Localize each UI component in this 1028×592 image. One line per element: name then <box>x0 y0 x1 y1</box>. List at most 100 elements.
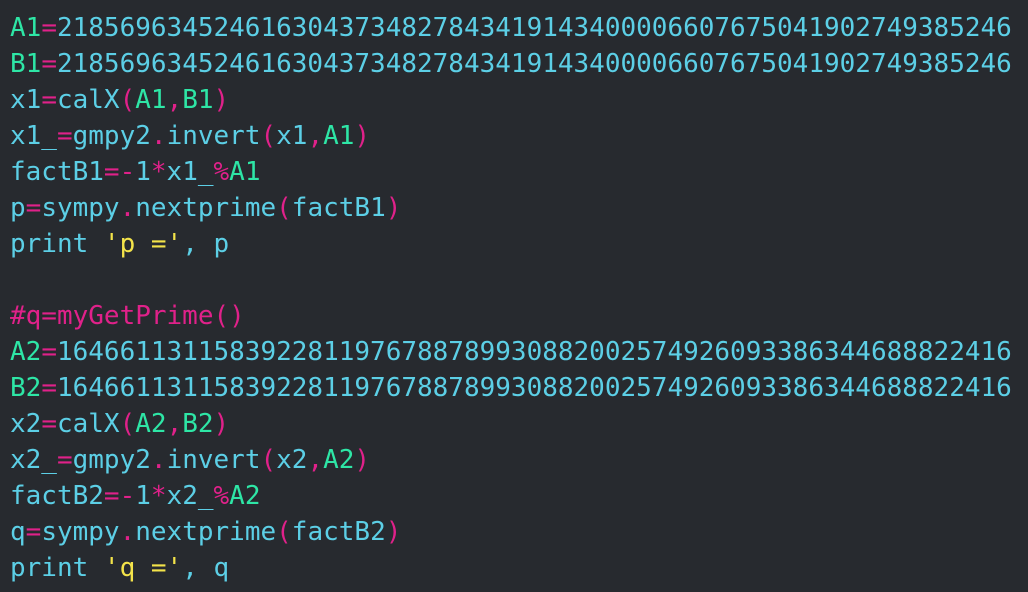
code-token: B1 <box>182 85 214 115</box>
code-line[interactable]: #q=myGetPrime() <box>10 298 1012 334</box>
code-token: . <box>119 193 136 223</box>
code-token: #q=myGetPrime() <box>10 301 245 331</box>
code-token: 1 <box>135 481 151 511</box>
code-token: % <box>213 157 230 187</box>
code-token: ( <box>276 517 292 547</box>
code-token: 1646611311583922811976788789930882002574… <box>56 337 1012 367</box>
code-token: x1_ <box>10 121 57 151</box>
code-token: A1 <box>10 13 42 43</box>
code-token: = <box>41 337 57 367</box>
code-token: invert <box>166 121 261 151</box>
code-text-area[interactable]: A1=2185696345246163043734827843419143400… <box>10 10 1012 586</box>
code-token: gmpy2 <box>72 121 151 151</box>
code-token: = <box>41 409 57 439</box>
code-editor[interactable]: A1=2185696345246163043734827843419143400… <box>0 0 1028 592</box>
code-token: , <box>166 409 183 439</box>
code-token: A1 <box>323 121 355 151</box>
code-token: factB2 <box>10 481 104 511</box>
code-token: * <box>150 157 167 187</box>
code-token: factB1 <box>10 157 104 187</box>
code-line[interactable]: x1_=gmpy2.invert(x1,A1) <box>10 118 1012 154</box>
code-token: p <box>10 193 26 223</box>
code-token: ( <box>276 193 292 223</box>
code-line[interactable] <box>10 262 1012 298</box>
code-token: , q <box>182 553 230 583</box>
code-token: =- <box>103 481 136 511</box>
code-token: ( <box>260 445 277 475</box>
code-token: x2 <box>10 409 42 439</box>
code-token: , p <box>182 229 230 259</box>
code-line[interactable]: x2=calX(A2,B2) <box>10 406 1012 442</box>
code-token: ) <box>385 517 402 547</box>
code-token: = <box>41 373 57 403</box>
code-token: gmpy2 <box>72 445 151 475</box>
code-token: = <box>41 13 57 43</box>
code-token: print <box>10 553 104 583</box>
code-line[interactable]: x1=calX(A1,B1) <box>10 82 1012 118</box>
code-token: A2 <box>323 445 355 475</box>
code-token: calX <box>56 85 120 115</box>
code-token: nextprime <box>135 517 277 547</box>
code-token: x1 <box>276 121 308 151</box>
code-token: . <box>150 445 167 475</box>
code-token: 'q =' <box>103 553 183 583</box>
code-token: A2 <box>10 337 42 367</box>
code-token: x2_ <box>166 481 214 511</box>
code-token: calX <box>56 409 120 439</box>
code-line[interactable]: B2=1646611311583922811976788789930882002… <box>10 370 1012 406</box>
code-token: % <box>213 481 230 511</box>
code-line[interactable]: factB2=-1*x2_%A2 <box>10 478 1012 514</box>
code-token: ( <box>119 409 136 439</box>
code-token: B2 <box>10 373 42 403</box>
code-line[interactable]: p=sympy.nextprime(factB1) <box>10 190 1012 226</box>
code-token: ( <box>119 85 136 115</box>
code-token: factB1 <box>291 193 386 223</box>
code-token: , <box>307 445 324 475</box>
code-token: x1 <box>10 85 42 115</box>
code-token: B1 <box>10 49 42 79</box>
code-token: 2185696345246163043734827843419143400006… <box>56 13 1012 43</box>
code-token: . <box>150 121 167 151</box>
code-token: = <box>41 85 57 115</box>
code-token: . <box>119 517 136 547</box>
code-token: 2185696345246163043734827843419143400006… <box>56 49 1012 79</box>
code-token: , <box>166 85 183 115</box>
code-line[interactable]: print 'q =', q <box>10 550 1012 586</box>
code-token: factB2 <box>291 517 386 547</box>
code-token: , <box>307 121 324 151</box>
code-token: = <box>25 193 42 223</box>
code-line[interactable]: A2=1646611311583922811976788789930882002… <box>10 334 1012 370</box>
code-token: ) <box>354 121 371 151</box>
code-token: x2_ <box>10 445 57 475</box>
code-line[interactable]: q=sympy.nextprime(factB2) <box>10 514 1012 550</box>
code-token: A2 <box>229 481 261 511</box>
code-token: * <box>150 481 167 511</box>
code-line[interactable]: print 'p =', p <box>10 226 1012 262</box>
code-token: q <box>10 517 26 547</box>
code-token: = <box>25 517 42 547</box>
code-token: ) <box>213 85 230 115</box>
code-token: 1 <box>135 157 151 187</box>
code-token: x2 <box>276 445 308 475</box>
code-token: 'p =' <box>103 229 183 259</box>
code-line[interactable]: x2_=gmpy2.invert(x2,A2) <box>10 442 1012 478</box>
code-token: = <box>41 49 57 79</box>
code-token: ) <box>354 445 371 475</box>
code-token: = <box>56 121 73 151</box>
code-token: print <box>10 229 104 259</box>
code-token: sympy <box>41 193 120 223</box>
code-line[interactable]: factB1=-1*x1_%A1 <box>10 154 1012 190</box>
code-token: 1646611311583922811976788789930882002574… <box>56 373 1012 403</box>
code-token: x1_ <box>166 157 214 187</box>
code-token: invert <box>166 445 261 475</box>
code-token: ) <box>213 409 230 439</box>
code-line[interactable]: B1=2185696345246163043734827843419143400… <box>10 46 1012 82</box>
code-token: = <box>56 445 73 475</box>
code-token: B2 <box>182 409 214 439</box>
code-line[interactable]: A1=2185696345246163043734827843419143400… <box>10 10 1012 46</box>
code-token: sympy <box>41 517 120 547</box>
code-token: nextprime <box>135 193 277 223</box>
code-token: ( <box>260 121 277 151</box>
code-token: ) <box>385 193 402 223</box>
code-token: A1 <box>229 157 261 187</box>
